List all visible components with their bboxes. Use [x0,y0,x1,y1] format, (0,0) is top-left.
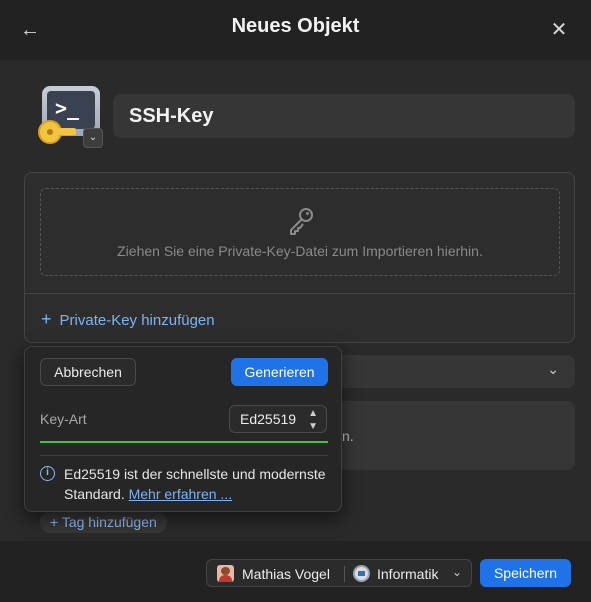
updown-chevron-icon: ▲ ▼ [308,408,318,432]
obscured-text: n. [342,428,354,444]
private-key-card: Ziehen Sie eine Private-Key-Datei zum Im… [24,172,575,343]
vault-name: Informatik [377,566,439,582]
icon-chevron-down-icon[interactable]: ⌄ [83,128,103,148]
vault-picker[interactable]: Mathias Vogel Informatik ⌄ [206,559,472,587]
divider [40,455,328,456]
cancel-button[interactable]: Abbrechen [40,358,136,386]
plus-icon: + [50,514,62,530]
item-title-field[interactable]: SSH-Key [113,94,575,138]
key-icon [290,208,313,235]
dropzone-text: Ziehen Sie eine Private-Key-Datei zum Im… [117,243,483,259]
close-icon[interactable]: ✕ [545,16,573,44]
plus-icon: + [41,309,52,329]
info-icon: i [40,466,55,481]
add-tag-button[interactable]: + Tag hinzufügen [40,512,167,533]
vault-icon [353,565,370,582]
add-private-key-label: Private-Key hinzufügen [59,312,215,329]
generate-button[interactable]: Generieren [231,358,328,386]
learn-more-link[interactable]: Mehr erfahren ... [129,486,233,502]
strength-bar [40,441,328,443]
divider [344,566,345,582]
chevron-down-icon: ⌄ [547,361,559,377]
divider [25,293,574,294]
save-button[interactable]: Speichern [480,559,571,587]
avatar [217,565,234,582]
add-tag-label: Tag hinzufügen [61,514,157,530]
key-type-value: Ed25519 [240,411,297,427]
add-private-key-button[interactable]: + Private-Key hinzufügen [41,309,215,330]
info-text: Ed25519 ist der schnellste und modernste… [64,464,334,504]
owner-name: Mathias Vogel [242,566,330,582]
key-file-dropzone[interactable]: Ziehen Sie eine Private-Key-Datei zum Im… [40,188,560,276]
key-type-select[interactable]: Ed25519 ▲ ▼ [229,405,327,433]
header-bar: ← Neues Objekt ✕ [0,0,591,60]
key-type-label: Key-Art [40,411,87,427]
generate-key-popover: Abbrechen Generieren Key-Art Ed25519 ▲ ▼ … [24,346,342,512]
chevron-down-icon: ⌄ [451,565,462,579]
footer-bar: Mathias Vogel Informatik ⌄ Speichern [0,541,591,602]
page-title: Neues Objekt [231,15,360,37]
key-badge-icon [38,120,76,144]
